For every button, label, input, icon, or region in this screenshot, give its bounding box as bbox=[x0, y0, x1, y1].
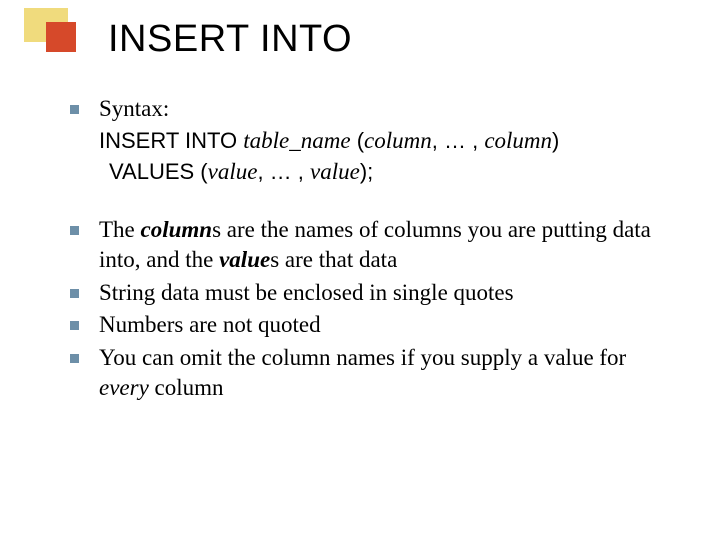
bullet-text: The columns are the names of columns you… bbox=[99, 215, 680, 276]
square-bullet-icon bbox=[70, 289, 79, 298]
token-value-2: value bbox=[310, 159, 360, 184]
token-lparen: ( bbox=[351, 128, 364, 153]
syntax-label: Syntax: bbox=[99, 96, 169, 121]
text-fragment: The bbox=[99, 217, 141, 242]
slide: INSERT INTO Syntax: INSERT INTO table_na… bbox=[0, 0, 720, 540]
emph-every: every bbox=[99, 375, 149, 400]
bullet-string-quotes: String data must be enclosed in single q… bbox=[70, 278, 680, 308]
bullet-text: String data must be enclosed in single q… bbox=[99, 278, 680, 308]
syntax-block: INSERT INTO table_name (column, … , colu… bbox=[99, 126, 680, 187]
text-fragment: column bbox=[149, 375, 224, 400]
text-fragment: s are that data bbox=[270, 247, 397, 272]
bullet-columns-desc: The columns are the names of columns you… bbox=[70, 215, 680, 276]
token-rparen-semi: ); bbox=[360, 159, 373, 184]
syntax-line-2: VALUES (value, … , value); bbox=[109, 157, 680, 187]
slide-title: INSERT INTO bbox=[108, 18, 352, 61]
token-column-2: column bbox=[484, 128, 552, 153]
syntax-line-1: INSERT INTO table_name (column, … , colu… bbox=[99, 126, 680, 156]
corner-red-square bbox=[46, 22, 76, 52]
bullet-numbers: Numbers are not quoted bbox=[70, 310, 680, 340]
token-column-1: column bbox=[364, 128, 432, 153]
bullet-omit-columns: You can omit the column names if you sup… bbox=[70, 343, 680, 404]
token-sep-1: , … , bbox=[432, 128, 485, 153]
bullet-text: Numbers are not quoted bbox=[99, 310, 680, 340]
corner-decoration bbox=[24, 8, 80, 54]
bullet-text: Syntax: bbox=[99, 94, 680, 124]
bullet-syntax: Syntax: bbox=[70, 94, 680, 124]
token-table-name: table_name bbox=[243, 128, 350, 153]
slide-content: Syntax: INSERT INTO table_name (column, … bbox=[70, 94, 680, 405]
token-sep-2: , … , bbox=[257, 159, 310, 184]
square-bullet-icon bbox=[70, 354, 79, 363]
keyword-values: VALUES ( bbox=[109, 159, 208, 184]
square-bullet-icon bbox=[70, 321, 79, 330]
emph-column: column bbox=[141, 217, 213, 242]
token-rparen-1: ) bbox=[552, 128, 559, 153]
spacer bbox=[70, 187, 680, 215]
square-bullet-icon bbox=[70, 105, 79, 114]
keyword-insert-into: INSERT INTO bbox=[99, 128, 243, 153]
token-value-1: value bbox=[208, 159, 258, 184]
bullet-text: You can omit the column names if you sup… bbox=[99, 343, 680, 404]
square-bullet-icon bbox=[70, 226, 79, 235]
text-fragment: You can omit the column names if you sup… bbox=[99, 345, 626, 370]
emph-value: value bbox=[219, 247, 270, 272]
